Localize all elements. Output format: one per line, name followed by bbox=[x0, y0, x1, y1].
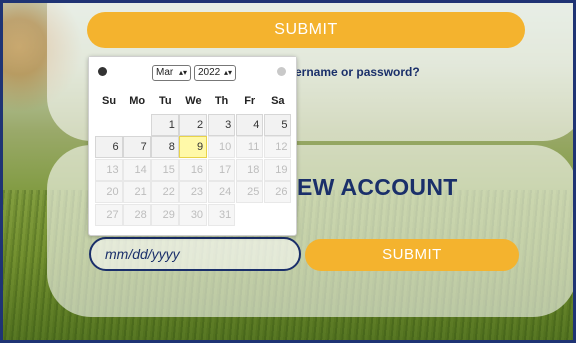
week-row: 13 14 15 16 17 18 19 bbox=[95, 158, 292, 182]
day-cell-disabled: 26 bbox=[263, 181, 292, 203]
year-select-arrow-icon: ▴▾ bbox=[223, 68, 232, 77]
day-cell-disabled: 19 bbox=[263, 158, 292, 181]
weekday-label: We bbox=[185, 95, 202, 107]
day-cell-disabled: 14 bbox=[123, 158, 151, 181]
day-cell-disabled: 18 bbox=[235, 158, 264, 181]
new-account-heading: EW ACCOUNT bbox=[297, 174, 458, 200]
day-cell[interactable]: 4 bbox=[235, 113, 264, 136]
month-select-arrow-icon: ▴▾ bbox=[178, 68, 187, 77]
day-cell-disabled: 17 bbox=[207, 158, 236, 181]
day-cell-disabled: 29 bbox=[151, 203, 179, 226]
day-cell-disabled: 25 bbox=[235, 181, 264, 203]
weekday-label: Tu bbox=[159, 95, 172, 107]
weekday-label: Mo bbox=[129, 95, 146, 107]
datepicker-popup: Mar ▴▾ 2022 ▴▾ Su Mo Tu We Th Fr Sa 1 2 … bbox=[88, 56, 297, 236]
day-cell[interactable]: 8 bbox=[151, 136, 179, 158]
day-cell-disabled: 12 bbox=[263, 136, 292, 158]
day-cell-disabled: 16 bbox=[179, 158, 208, 181]
forgot-password-link[interactable]: ername or password? bbox=[295, 65, 420, 79]
month-select[interactable]: Mar ▴▾ bbox=[152, 65, 191, 81]
weekday-header-row: Su Mo Tu We Th Fr Sa bbox=[95, 91, 292, 114]
day-cell-disabled: 28 bbox=[123, 203, 151, 226]
day-cell-disabled: 24 bbox=[207, 181, 236, 203]
year-select[interactable]: 2022 ▴▾ bbox=[194, 65, 236, 81]
weekday-label: Su bbox=[102, 95, 117, 107]
day-cell-disabled: 10 bbox=[207, 136, 236, 158]
day-cell-disabled: 21 bbox=[123, 181, 151, 203]
day-cell-disabled: 20 bbox=[95, 181, 123, 203]
week-row: 1 2 3 4 5 bbox=[95, 113, 292, 137]
day-cell[interactable]: 6 bbox=[95, 136, 123, 158]
weekday-label: Sa bbox=[271, 95, 285, 107]
day-cell-disabled: 22 bbox=[151, 181, 179, 203]
month-select-value: Mar bbox=[156, 67, 174, 78]
day-cell[interactable]: 2 bbox=[179, 113, 208, 136]
day-cell[interactable]: 7 bbox=[123, 136, 151, 158]
day-cell-today[interactable]: 9 bbox=[179, 136, 208, 158]
week-row: 27 28 29 30 31 bbox=[95, 203, 292, 227]
day-cell-disabled: 15 bbox=[151, 158, 179, 181]
submit-button-top[interactable]: SUBMIT bbox=[87, 12, 525, 48]
week-row: 6 7 8 9 10 11 12 bbox=[95, 136, 292, 159]
day-cell-disabled: 13 bbox=[95, 158, 123, 181]
day-cell[interactable]: 1 bbox=[151, 113, 179, 136]
day-cell-disabled: 31 bbox=[207, 203, 236, 226]
weekday-label: Fr bbox=[244, 95, 256, 107]
day-cell[interactable]: 3 bbox=[207, 113, 236, 136]
day-cell-disabled: 30 bbox=[179, 203, 208, 226]
next-month-icon[interactable] bbox=[277, 67, 286, 76]
day-cell-disabled: 11 bbox=[235, 136, 264, 158]
day-cell-disabled: 27 bbox=[95, 203, 123, 226]
weekday-label: Th bbox=[214, 95, 229, 107]
prev-month-icon[interactable] bbox=[98, 67, 107, 76]
page-frame: SUBMIT ername or password? EW ACCOUNT SU… bbox=[0, 0, 576, 343]
date-input[interactable] bbox=[89, 237, 301, 271]
datepicker-header: Mar ▴▾ 2022 ▴▾ bbox=[89, 57, 296, 89]
day-cell[interactable]: 5 bbox=[263, 113, 292, 136]
datepicker-grid: Su Mo Tu We Th Fr Sa 1 2 3 4 5 6 7 8 9 1… bbox=[95, 91, 292, 226]
week-row: 20 21 22 23 24 25 26 bbox=[95, 181, 292, 204]
submit-button-bottom[interactable]: SUBMIT bbox=[305, 239, 519, 271]
day-cell-disabled: 23 bbox=[179, 181, 208, 203]
year-select-value: 2022 bbox=[198, 67, 221, 78]
